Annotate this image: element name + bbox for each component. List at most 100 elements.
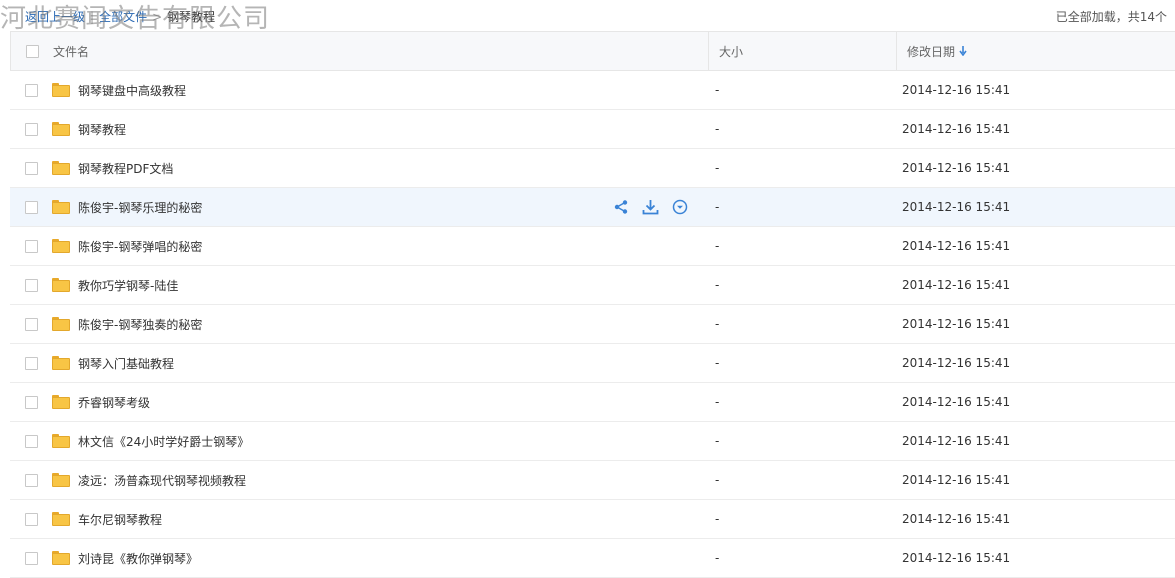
folder-icon — [52, 161, 70, 175]
file-name[interactable]: 刘诗昆《教你弹钢琴》 — [78, 550, 198, 567]
row-checkbox[interactable] — [25, 356, 38, 370]
row-checkbox[interactable] — [25, 200, 38, 214]
file-modified: 2014-12-16 15:41 — [902, 317, 1011, 331]
table-row[interactable]: 钢琴教程 - 2014-12-16 15:41 — [10, 110, 1175, 149]
name-column-header: 文件名 — [11, 32, 708, 70]
modified-column-header[interactable]: 修改日期 — [896, 32, 1175, 70]
folder-icon — [52, 278, 70, 292]
download-icon[interactable] — [642, 199, 659, 215]
file-name[interactable]: 陈俊宇-钢琴乐理的秘密 — [78, 199, 202, 216]
row-checkbox[interactable] — [25, 395, 38, 409]
file-size: - — [715, 356, 720, 370]
file-size: - — [715, 434, 720, 448]
file-name[interactable]: 乔睿钢琴考级 — [78, 394, 150, 411]
table-row[interactable]: 陈俊宇-钢琴乐理的秘密 - 2014-12-16 15:41 — [10, 188, 1175, 227]
file-name-cell: 陈俊宇-钢琴弹唱的秘密 — [10, 227, 707, 265]
table-row[interactable]: 陈俊宇-钢琴弹唱的秘密 - 2014-12-16 15:41 — [10, 227, 1175, 266]
select-all-checkbox[interactable] — [26, 44, 39, 58]
row-checkbox[interactable] — [25, 83, 38, 97]
breadcrumb-current: 钢琴教程 — [167, 10, 216, 24]
file-size: - — [715, 83, 720, 97]
row-checkbox[interactable] — [25, 473, 38, 487]
row-actions — [613, 199, 688, 215]
file-modified: 2014-12-16 15:41 — [902, 473, 1011, 487]
file-modified: 2014-12-16 15:41 — [902, 200, 1011, 214]
row-checkbox[interactable] — [25, 434, 38, 448]
file-modified: 2014-12-16 15:41 — [902, 83, 1011, 97]
file-name[interactable]: 钢琴入门基础教程 — [78, 355, 174, 372]
file-list-header: 文件名 大小 修改日期 — [10, 31, 1175, 71]
table-row[interactable]: 钢琴教程PDF文档 - 2014-12-16 15:41 — [10, 149, 1175, 188]
file-size: - — [715, 161, 720, 175]
folder-icon — [52, 395, 70, 409]
file-name[interactable]: 陈俊宇-钢琴弹唱的秘密 — [78, 238, 202, 255]
file-name[interactable]: 钢琴键盘中高级教程 — [78, 82, 186, 99]
row-checkbox[interactable] — [25, 551, 38, 565]
folder-icon — [52, 200, 70, 214]
file-name-cell: 林文信《24小时学好爵士钢琴》 — [10, 422, 707, 460]
file-size: - — [715, 278, 720, 292]
name-column-label: 文件名 — [53, 44, 90, 59]
file-modified: 2014-12-16 15:41 — [902, 551, 1011, 565]
file-name-cell: 陈俊宇-钢琴独奏的秘密 — [10, 305, 707, 343]
file-name-cell: 陈俊宇-钢琴乐理的秘密 — [10, 188, 707, 226]
row-checkbox[interactable] — [25, 278, 38, 292]
file-modified: 2014-12-16 15:41 — [902, 356, 1011, 370]
table-row[interactable]: 凌远：汤普森现代钢琴视频教程 - 2014-12-16 15:41 — [10, 461, 1175, 500]
file-size: - — [715, 551, 720, 565]
share-icon[interactable] — [613, 199, 629, 215]
modified-column-label[interactable]: 修改日期 — [907, 43, 955, 60]
row-checkbox[interactable] — [25, 161, 38, 175]
file-modified: 2014-12-16 15:41 — [902, 239, 1011, 253]
folder-icon — [52, 122, 70, 136]
folder-icon — [52, 239, 70, 253]
file-name[interactable]: 车尔尼钢琴教程 — [78, 511, 162, 528]
load-status: 已全部加载，共14个 — [1055, 10, 1167, 24]
file-modified: 2014-12-16 15:41 — [902, 122, 1011, 136]
table-row[interactable]: 教你巧学钢琴-陆佳 - 2014-12-16 15:41 — [10, 266, 1175, 305]
row-checkbox[interactable] — [25, 239, 38, 253]
breadcrumb-separator: > — [152, 10, 163, 24]
file-size: - — [715, 200, 720, 214]
table-row[interactable]: 车尔尼钢琴教程 - 2014-12-16 15:41 — [10, 500, 1175, 539]
file-name-cell: 凌远：汤普森现代钢琴视频教程 — [10, 461, 707, 499]
file-name[interactable]: 钢琴教程 — [78, 121, 126, 138]
file-name[interactable]: 凌远：汤普森现代钢琴视频教程 — [78, 472, 246, 489]
file-name-cell: 钢琴入门基础教程 — [10, 344, 707, 382]
all-files-link[interactable]: 全部文件 — [99, 10, 147, 24]
file-modified: 2014-12-16 15:41 — [902, 395, 1011, 409]
table-row[interactable]: 刘诗昆《教你弹钢琴》 - 2014-12-16 15:41 — [10, 539, 1175, 578]
file-size: - — [715, 122, 720, 136]
table-row[interactable]: 钢琴键盘中高级教程 - 2014-12-16 15:41 — [10, 71, 1175, 110]
file-list: 文件名 大小 修改日期 钢琴键盘中高级教程 - 2014-12-16 15:41… — [10, 31, 1175, 578]
folder-icon — [52, 356, 70, 370]
file-size: - — [715, 317, 720, 331]
back-link[interactable]: 返回上一级 — [25, 10, 85, 24]
file-name-cell: 钢琴教程 — [10, 110, 707, 148]
file-modified: 2014-12-16 15:41 — [902, 278, 1011, 292]
file-size: - — [715, 239, 720, 253]
file-name[interactable]: 陈俊宇-钢琴独奏的秘密 — [78, 316, 202, 333]
toolbar: 返回上一级 | 全部文件 > 钢琴教程 已全部加载，共14个 — [0, 0, 1175, 31]
folder-icon — [52, 512, 70, 526]
file-name-cell: 钢琴键盘中高级教程 — [10, 71, 707, 109]
table-row[interactable]: 乔睿钢琴考级 - 2014-12-16 15:41 — [10, 383, 1175, 422]
row-checkbox[interactable] — [25, 122, 38, 136]
more-dropdown-icon[interactable] — [672, 199, 688, 215]
size-column-header: 大小 — [708, 32, 896, 70]
table-row[interactable]: 林文信《24小时学好爵士钢琴》 - 2014-12-16 15:41 — [10, 422, 1175, 461]
file-size: - — [715, 473, 720, 487]
table-row[interactable]: 陈俊宇-钢琴独奏的秘密 - 2014-12-16 15:41 — [10, 305, 1175, 344]
row-checkbox[interactable] — [25, 317, 38, 331]
file-name-cell: 车尔尼钢琴教程 — [10, 500, 707, 538]
file-name-cell: 钢琴教程PDF文档 — [10, 149, 707, 187]
folder-icon — [52, 83, 70, 97]
row-checkbox[interactable] — [25, 512, 38, 526]
file-name[interactable]: 林文信《24小时学好爵士钢琴》 — [78, 433, 249, 450]
arrow-down-icon[interactable] — [959, 46, 967, 56]
breadcrumb: 返回上一级 | 全部文件 > 钢琴教程 — [25, 10, 216, 24]
file-name[interactable]: 钢琴教程PDF文档 — [78, 160, 173, 177]
file-name[interactable]: 教你巧学钢琴-陆佳 — [78, 277, 178, 294]
file-size: - — [715, 395, 720, 409]
table-row[interactable]: 钢琴入门基础教程 - 2014-12-16 15:41 — [10, 344, 1175, 383]
